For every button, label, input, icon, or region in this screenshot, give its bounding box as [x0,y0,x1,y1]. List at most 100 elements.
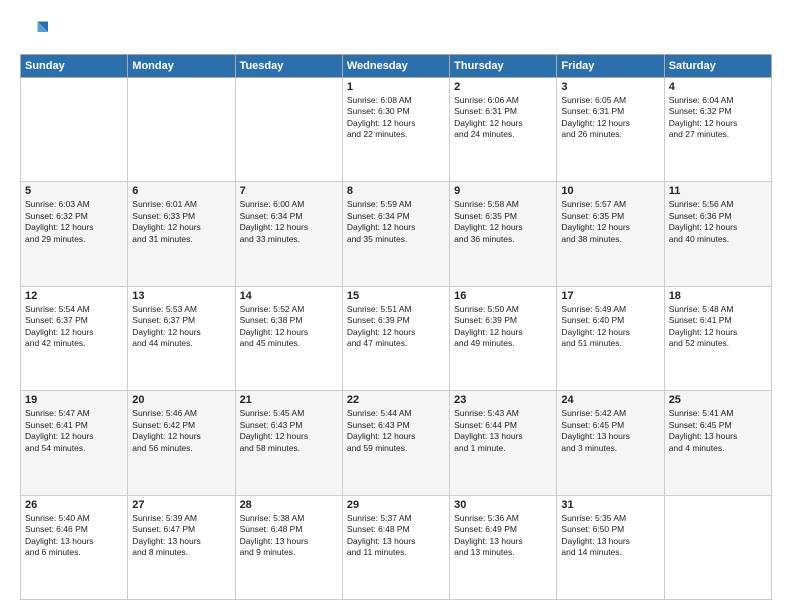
day-info: Sunrise: 5:35 AM Sunset: 6:50 PM Dayligh… [561,513,659,559]
day-info: Sunrise: 5:40 AM Sunset: 6:46 PM Dayligh… [25,513,123,559]
calendar-cell: 10 Sunrise: 5:57 AM Sunset: 6:35 PM Dayli… [557,182,664,286]
day-number: 19 [25,394,123,406]
day-info: Sunrise: 5:48 AM Sunset: 6:41 PM Dayligh… [669,304,767,350]
day-info: Sunrise: 5:59 AM Sunset: 6:34 PM Dayligh… [347,199,445,245]
day-info: Sunrise: 6:08 AM Sunset: 6:30 PM Dayligh… [347,95,445,141]
day-number: 18 [669,290,767,302]
header-sunday: Sunday [21,55,128,78]
calendar-cell: 16 Sunrise: 5:50 AM Sunset: 6:39 PM Dayli… [450,286,557,390]
day-number: 25 [669,394,767,406]
page-header [20,18,772,46]
day-number: 6 [132,185,230,197]
day-number: 15 [347,290,445,302]
day-number: 5 [25,185,123,197]
day-info: Sunrise: 5:46 AM Sunset: 6:42 PM Dayligh… [132,408,230,454]
calendar-cell: 5 Sunrise: 6:03 AM Sunset: 6:32 PM Daylig… [21,182,128,286]
calendar-cell: 1 Sunrise: 6:08 AM Sunset: 6:30 PM Daylig… [342,78,449,182]
calendar-cell [21,78,128,182]
day-info: Sunrise: 5:47 AM Sunset: 6:41 PM Dayligh… [25,408,123,454]
day-info: Sunrise: 6:05 AM Sunset: 6:31 PM Dayligh… [561,95,659,141]
day-info: Sunrise: 5:53 AM Sunset: 6:37 PM Dayligh… [132,304,230,350]
day-number: 9 [454,185,552,197]
calendar-cell: 12 Sunrise: 5:54 AM Sunset: 6:37 PM Dayli… [21,286,128,390]
day-info: Sunrise: 5:38 AM Sunset: 6:48 PM Dayligh… [240,513,338,559]
calendar-cell: 7 Sunrise: 6:00 AM Sunset: 6:34 PM Daylig… [235,182,342,286]
calendar-cell: 11 Sunrise: 5:56 AM Sunset: 6:36 PM Dayli… [664,182,771,286]
calendar-cell: 19 Sunrise: 5:47 AM Sunset: 6:41 PM Dayli… [21,391,128,495]
day-number: 10 [561,185,659,197]
day-info: Sunrise: 5:41 AM Sunset: 6:45 PM Dayligh… [669,408,767,454]
calendar-page: SundayMondayTuesdayWednesdayThursdayFrid… [0,0,792,612]
day-number: 23 [454,394,552,406]
calendar-cell: 2 Sunrise: 6:06 AM Sunset: 6:31 PM Daylig… [450,78,557,182]
calendar-cell: 28 Sunrise: 5:38 AM Sunset: 6:48 PM Dayli… [235,495,342,599]
calendar-cell: 14 Sunrise: 5:52 AM Sunset: 6:38 PM Dayli… [235,286,342,390]
day-number: 4 [669,81,767,93]
calendar-cell: 4 Sunrise: 6:04 AM Sunset: 6:32 PM Daylig… [664,78,771,182]
calendar-cell: 30 Sunrise: 5:36 AM Sunset: 6:49 PM Dayli… [450,495,557,599]
calendar-cell: 31Sunrise: 5:35 AM Sunset: 6:50 PM Dayli… [557,495,664,599]
day-info: Sunrise: 5:58 AM Sunset: 6:35 PM Dayligh… [454,199,552,245]
day-info: Sunrise: 5:45 AM Sunset: 6:43 PM Dayligh… [240,408,338,454]
day-number: 2 [454,81,552,93]
day-number: 28 [240,499,338,511]
day-number: 16 [454,290,552,302]
calendar-cell: 20Sunrise: 5:46 AM Sunset: 6:42 PM Dayli… [128,391,235,495]
day-info: Sunrise: 6:00 AM Sunset: 6:34 PM Dayligh… [240,199,338,245]
calendar-cell: 6 Sunrise: 6:01 AM Sunset: 6:33 PM Daylig… [128,182,235,286]
day-info: Sunrise: 5:56 AM Sunset: 6:36 PM Dayligh… [669,199,767,245]
week-row-1: 1 Sunrise: 6:08 AM Sunset: 6:30 PM Daylig… [21,78,772,182]
day-number: 3 [561,81,659,93]
day-number: 29 [347,499,445,511]
day-number: 7 [240,185,338,197]
day-number: 8 [347,185,445,197]
calendar-cell: 9 Sunrise: 5:58 AM Sunset: 6:35 PM Daylig… [450,182,557,286]
week-row-3: 12 Sunrise: 5:54 AM Sunset: 6:37 PM Dayli… [21,286,772,390]
week-row-4: 19 Sunrise: 5:47 AM Sunset: 6:41 PM Dayli… [21,391,772,495]
header-monday: Monday [128,55,235,78]
day-info: Sunrise: 5:49 AM Sunset: 6:40 PM Dayligh… [561,304,659,350]
calendar-cell: 18 Sunrise: 5:48 AM Sunset: 6:41 PM Dayli… [664,286,771,390]
calendar-cell: 17Sunrise: 5:49 AM Sunset: 6:40 PM Dayli… [557,286,664,390]
calendar-cell: 23 Sunrise: 5:43 AM Sunset: 6:44 PM Dayli… [450,391,557,495]
header-wednesday: Wednesday [342,55,449,78]
day-number: 14 [240,290,338,302]
day-info: Sunrise: 5:57 AM Sunset: 6:35 PM Dayligh… [561,199,659,245]
calendar-cell: 21Sunrise: 5:45 AM Sunset: 6:43 PM Dayli… [235,391,342,495]
calendar-cell: 22 Sunrise: 5:44 AM Sunset: 6:43 PM Dayli… [342,391,449,495]
day-info: Sunrise: 6:01 AM Sunset: 6:33 PM Dayligh… [132,199,230,245]
day-info: Sunrise: 6:04 AM Sunset: 6:32 PM Dayligh… [669,95,767,141]
day-info: Sunrise: 5:43 AM Sunset: 6:44 PM Dayligh… [454,408,552,454]
header-saturday: Saturday [664,55,771,78]
day-number: 24 [561,394,659,406]
calendar-cell: 29 Sunrise: 5:37 AM Sunset: 6:48 PM Dayli… [342,495,449,599]
day-info: Sunrise: 5:42 AM Sunset: 6:45 PM Dayligh… [561,408,659,454]
day-number: 12 [25,290,123,302]
day-info: Sunrise: 5:36 AM Sunset: 6:49 PM Dayligh… [454,513,552,559]
calendar-cell [235,78,342,182]
calendar-cell: 27Sunrise: 5:39 AM Sunset: 6:47 PM Dayli… [128,495,235,599]
header-thursday: Thursday [450,55,557,78]
calendar-table: SundayMondayTuesdayWednesdayThursdayFrid… [20,54,772,600]
calendar-cell: 25 Sunrise: 5:41 AM Sunset: 6:45 PM Dayli… [664,391,771,495]
day-number: 13 [132,290,230,302]
day-info: Sunrise: 5:37 AM Sunset: 6:48 PM Dayligh… [347,513,445,559]
day-number: 1 [347,81,445,93]
calendar-cell: 24 Sunrise: 5:42 AM Sunset: 6:45 PM Dayli… [557,391,664,495]
day-number: 30 [454,499,552,511]
day-number: 22 [347,394,445,406]
day-info: Sunrise: 5:54 AM Sunset: 6:37 PM Dayligh… [25,304,123,350]
day-number: 26 [25,499,123,511]
week-row-2: 5 Sunrise: 6:03 AM Sunset: 6:32 PM Daylig… [21,182,772,286]
day-info: Sunrise: 6:03 AM Sunset: 6:32 PM Dayligh… [25,199,123,245]
header-tuesday: Tuesday [235,55,342,78]
day-info: Sunrise: 5:52 AM Sunset: 6:38 PM Dayligh… [240,304,338,350]
calendar-cell [664,495,771,599]
day-info: Sunrise: 6:06 AM Sunset: 6:31 PM Dayligh… [454,95,552,141]
day-number: 27 [132,499,230,511]
day-info: Sunrise: 5:51 AM Sunset: 6:39 PM Dayligh… [347,304,445,350]
day-info: Sunrise: 5:44 AM Sunset: 6:43 PM Dayligh… [347,408,445,454]
logo-icon [20,18,48,46]
day-number: 11 [669,185,767,197]
day-info: Sunrise: 5:50 AM Sunset: 6:39 PM Dayligh… [454,304,552,350]
